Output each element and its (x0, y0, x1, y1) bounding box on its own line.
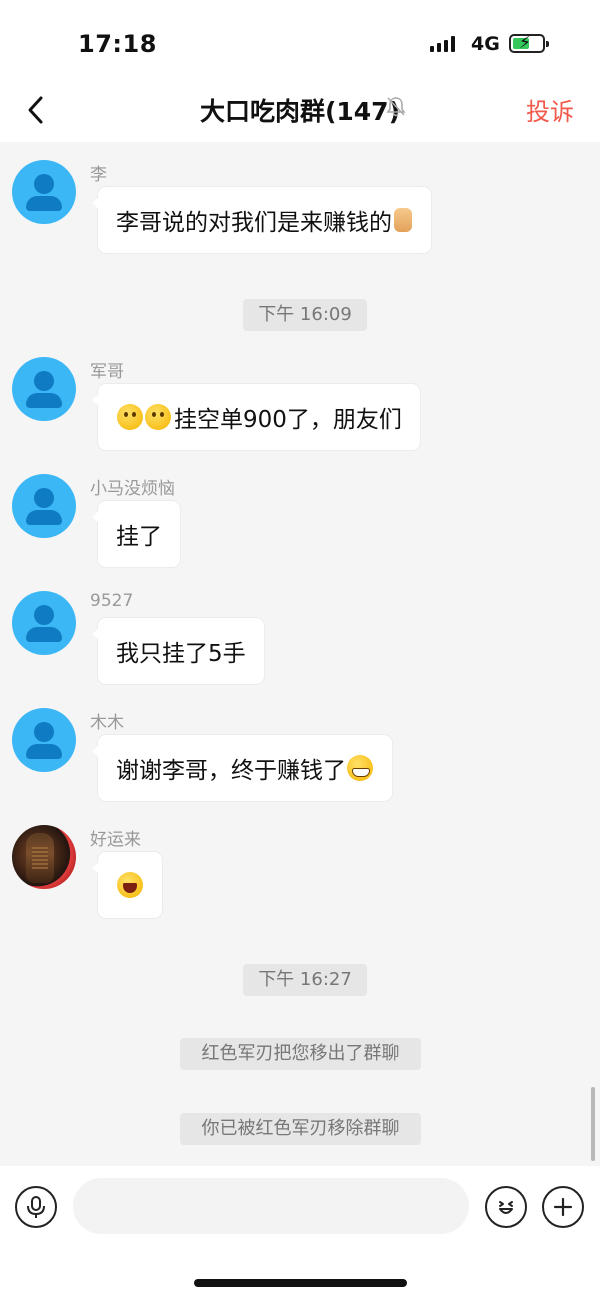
thinking-face-icon (145, 404, 171, 430)
laughing-face-icon (117, 872, 143, 898)
avatar[interactable] (12, 160, 76, 224)
plus-icon (553, 1197, 573, 1217)
navigation-bar: 大口吃肉群(147) 投诉 (0, 84, 600, 142)
avatar[interactable] (12, 825, 76, 889)
timestamp-divider: 下午 16:27 (243, 964, 367, 996)
voice-button[interactable] (15, 1186, 57, 1228)
message-bubble[interactable]: 挂了 (92, 500, 181, 568)
network-type: 4G (471, 33, 500, 55)
sender-name: 小马没烦恼 (90, 479, 175, 499)
chat-messages[interactable]: 李 李哥说的对我们是来赚钱的 下午 16:09 军哥 挂空单900了，朋友们 小… (0, 142, 600, 1166)
message-bubble[interactable]: 挂空单900了，朋友们 (92, 383, 421, 451)
system-notice: 红色军刃把您移出了群聊 (180, 1038, 421, 1070)
battery-icon: ⚡ (509, 33, 549, 53)
thinking-face-icon (117, 404, 143, 430)
status-time: 17:18 (78, 30, 157, 58)
thumbs-up-icon (394, 208, 412, 232)
more-button[interactable] (542, 1186, 584, 1228)
avatar[interactable] (12, 591, 76, 655)
avatar[interactable] (12, 474, 76, 538)
message-input[interactable] (73, 1178, 469, 1234)
scrollbar[interactable] (591, 1087, 595, 1161)
sender-name: 木木 (90, 713, 124, 733)
smiley-icon (499, 1201, 513, 1214)
emoji-button[interactable] (485, 1186, 527, 1228)
report-button[interactable]: 投诉 (526, 92, 574, 127)
system-notice: 你已被红色军刃移除群聊 (180, 1113, 421, 1145)
sender-name: 军哥 (90, 362, 124, 382)
status-bar: 17:18 4G ⚡ (0, 0, 600, 84)
avatar[interactable] (12, 357, 76, 421)
sender-name: 李 (90, 165, 107, 185)
sender-name: 好运来 (90, 830, 141, 850)
message-bubble[interactable]: 李哥说的对我们是来赚钱的 (92, 186, 432, 254)
message-text: 谢谢李哥，终于赚钱了 (116, 758, 346, 784)
grinning-face-icon (347, 755, 373, 781)
microphone-icon (27, 1196, 45, 1218)
timestamp-divider: 下午 16:09 (243, 299, 367, 331)
input-bar (0, 1166, 600, 1301)
message-text: 挂了 (116, 524, 162, 550)
message-bubble[interactable] (92, 851, 163, 919)
message-bubble[interactable]: 谢谢李哥，终于赚钱了 (92, 734, 393, 802)
avatar[interactable] (12, 708, 76, 772)
sender-name: 9527 (90, 591, 134, 611)
signal-strength-icon (430, 36, 455, 52)
bell-slash-icon (386, 96, 406, 122)
chat-title: 大口吃肉群(147) (199, 97, 401, 126)
message-bubble[interactable]: 我只挂了5手 (92, 617, 265, 685)
home-indicator (194, 1279, 407, 1287)
message-text: 挂空单900了，朋友们 (174, 407, 402, 433)
message-text: 我只挂了5手 (116, 641, 246, 667)
message-text: 李哥说的对我们是来赚钱的 (116, 210, 392, 236)
